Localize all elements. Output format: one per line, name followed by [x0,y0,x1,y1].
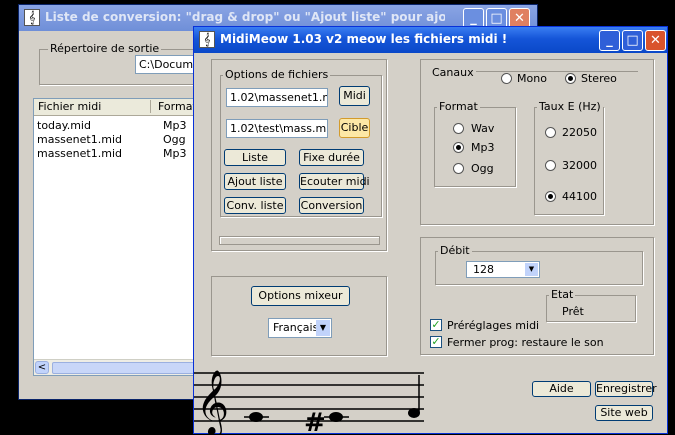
note-head [408,408,420,418]
rate-32000-radio[interactable] [545,160,556,171]
restore-checkbox[interactable]: ✓ [430,336,442,348]
mp3-label: Mp3 [471,141,495,154]
ecouter-midi-button[interactable]: Ecouter midi [299,173,370,190]
debit-value: 128 [473,263,494,276]
midimeow-window: 𝄞 MidiMeow 1.03 v2 meow les fichiers mid… [193,26,668,435]
conversion-button[interactable]: Conversion [299,197,364,214]
wav-label: Wav [471,122,495,135]
list-row[interactable]: massenet1.mid Ogg [37,133,197,147]
row-format: Mp3 [163,119,187,132]
mono-label: Mono [517,72,547,85]
options-mixeur-button[interactable]: Options mixeur [251,286,350,306]
presets-label: Préréglages midi [447,319,540,332]
aide-button[interactable]: Aide [532,381,591,397]
column-header-format[interactable]: Format [158,100,197,113]
row-format: Ogg [163,133,186,146]
restore-label: Fermer prog: restaure le son [447,336,604,349]
liste-button[interactable]: Liste [224,149,286,166]
app-icon: 𝄞 [199,31,215,48]
ogg-radio[interactable] [453,163,464,174]
progress-bar [219,236,380,245]
horizontal-scrollbar[interactable]: < [34,359,202,375]
mono-radio[interactable] [501,73,512,84]
row-file: massenet1.mid [37,133,122,146]
scroll-thumb[interactable] [52,362,202,374]
midi-browse-button[interactable]: Midi [339,86,370,106]
canaux-label: Canaux [430,66,476,79]
language-select[interactable]: Français ▼ [268,318,332,338]
column-header-file[interactable]: Fichier midi [38,100,151,113]
debit-label: Débit [438,244,472,257]
list-header: Fichier midi Format [34,99,202,116]
midimeow-titlebar[interactable]: 𝄞 MidiMeow 1.03 v2 meow les fichiers mid… [194,27,667,53]
rate-44100-label: 44100 [562,190,597,203]
format-label: Format [437,100,480,113]
target-browse-button[interactable]: Cible [339,118,370,138]
output-dir-label: Répertoire de sortie [48,42,162,55]
conversion-list[interactable]: Fichier midi Format today.mid Mp3 massen… [33,98,203,376]
close-button[interactable]: ✕ [645,30,666,51]
debit-select[interactable]: 128 ▼ [466,261,540,278]
row-format: Mp3 [163,147,187,160]
rate-32000-label: 32000 [562,159,597,172]
treble-clef-icon: 𝄞 [196,370,229,435]
output-dir-field[interactable]: C:\Docume [135,55,195,74]
music-staff: 𝄞 # [194,370,424,435]
minimize-button[interactable]: _ [599,30,620,51]
chevron-down-icon[interactable]: ▼ [316,320,330,336]
enregistrer-button[interactable]: Enregistrer [595,381,657,397]
etat-label: Etat [549,288,576,301]
list-row[interactable]: massenet1.mid Mp3 [37,147,197,161]
status-value: Prêt [562,305,584,318]
maximize-button[interactable]: □ [622,30,643,51]
sharp-icon: # [304,408,326,435]
rate-22050-radio[interactable] [545,127,556,138]
row-file: massenet1.mid [37,147,122,160]
language-value: Français [273,321,319,334]
midi-path-field[interactable]: 1.02\massenet1.mid [226,88,328,107]
window-title: Liste de conversion: "drag & drop" ou "A… [45,10,445,24]
rate-label: Taux E (Hz) [537,100,603,113]
ogg-label: Ogg [471,162,494,175]
presets-checkbox[interactable]: ✓ [430,319,442,331]
mp3-radio[interactable] [453,142,464,153]
window-title: MidiMeow 1.03 v2 meow les fichiers midi … [220,32,508,46]
ajout-liste-button[interactable]: Ajout liste [224,173,286,190]
app-icon: 𝄞 [24,9,40,26]
target-path-field[interactable]: 1.02\test\mass.mp3 [226,119,328,138]
scroll-left-button[interactable]: < [35,361,49,374]
rate-22050-label: 22050 [562,126,597,139]
row-file: today.mid [37,119,91,132]
fixe-duree-button[interactable]: Fixe durée [299,149,364,166]
stereo-radio[interactable] [565,73,576,84]
chevron-down-icon[interactable]: ▼ [525,263,538,276]
list-row[interactable]: today.mid Mp3 [37,119,197,133]
conv-liste-button[interactable]: Conv. liste [224,197,286,214]
stereo-label: Stereo [581,72,617,85]
rate-44100-radio[interactable] [545,191,556,202]
etat-group: Etat [546,288,636,322]
wav-radio[interactable] [453,123,464,134]
site-web-button[interactable]: Site web [595,405,653,421]
files-group-label: Options de fichiers [223,68,331,81]
